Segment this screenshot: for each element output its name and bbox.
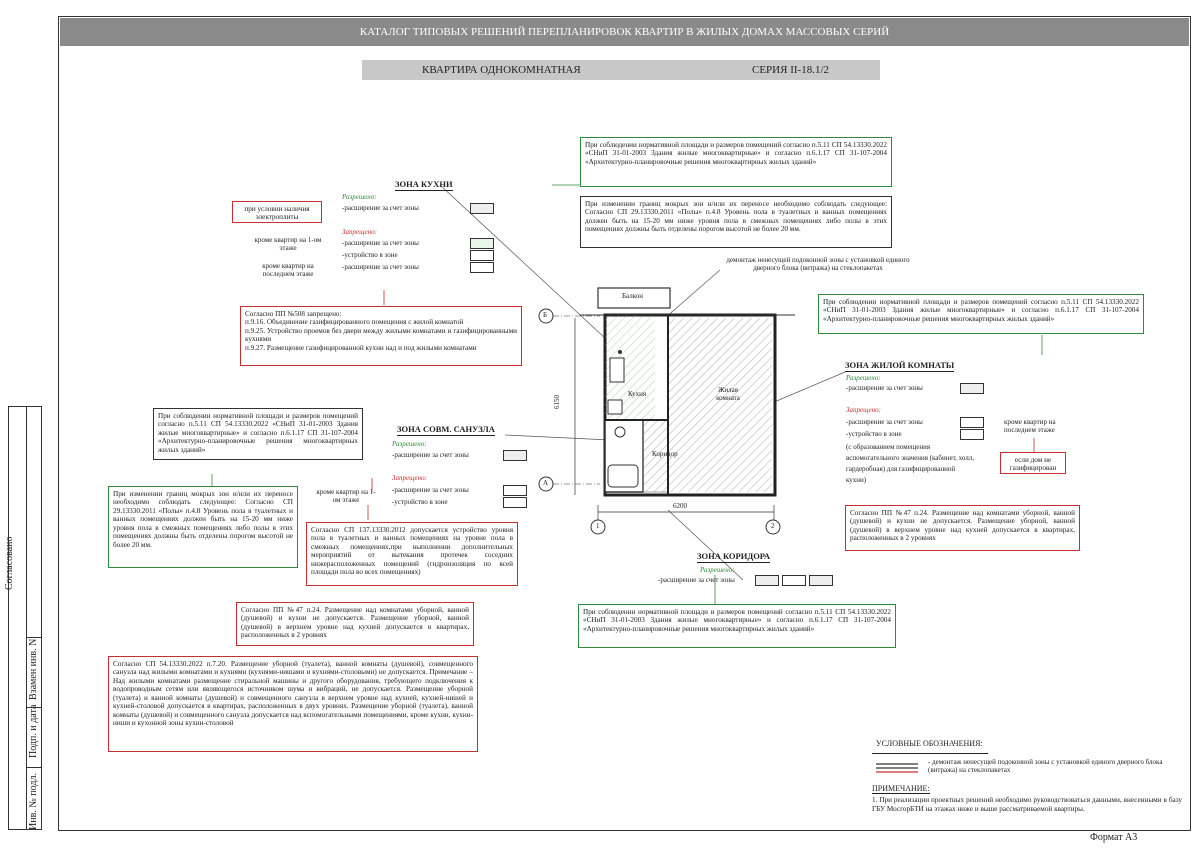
axis-1: 1 (596, 522, 600, 530)
bath-cond-first: кроме квартир на 1-ом этаже (316, 488, 376, 504)
bath-forbidden-item-2: -устройство в зоне (392, 498, 448, 506)
corridor-swatch-1 (755, 575, 779, 586)
legend-note-title: ПРИМЕЧАНИЕ: (872, 784, 930, 795)
kitchen-allowed-item: -расширение за счет зоны (342, 204, 419, 212)
living-allowed-label: Разрешено: (846, 374, 881, 382)
note-corridor-sp: При соблюдении нормативной площади и раз… (578, 604, 896, 648)
legend-note-box: ПРИМЕЧАНИЕ: 1. При реализации проектных … (872, 784, 1182, 824)
kitchen-forbidden-swatch-1 (470, 238, 494, 249)
living-cond-last: кроме квартир на последнем этаже (1004, 418, 1056, 434)
legend-symbol-icon (876, 763, 918, 773)
kitchen-cond-last: кроме квартир на последнем этаже (262, 262, 314, 278)
kitchen-forbidden-item-3: -расширение за счет зоны (342, 263, 419, 271)
plan-dim-width: 6200 (673, 502, 687, 510)
living-forbidden-item-1: -расширение за счет зоны (846, 418, 923, 426)
kitchen-forbidden-item-1: -расширение за счет зоны (342, 239, 419, 247)
living-allowed-swatch (960, 383, 984, 394)
plan-dim-height: 6150 (553, 395, 561, 409)
bath-zone-title: ЗОНА СОВМ. САНУЗЛА (397, 424, 495, 436)
corridor-allowed-label: Разрешено: (700, 566, 735, 574)
note-pp47-mid: Согласно ПП №47 п.24. Размещение над ком… (236, 602, 474, 646)
plan-balcony-label: Балкон (622, 292, 643, 300)
axis-b: Б (543, 311, 548, 319)
plan-kitchen-label: Кухня (628, 390, 647, 398)
living-zone-title: ЗОНА ЖИЛОЙ КОМНАТЫ (845, 360, 955, 372)
note-sp137: Согласно СП 137.13330.2012 допускается у… (306, 522, 518, 586)
legend-note-text: 1. При реализации проектных решений необ… (872, 796, 1182, 813)
corridor-allowed-item: -расширение за счет зоны (658, 576, 735, 584)
note-top-floor-change: При изменении границ мокрых зон и/или их… (580, 196, 892, 248)
living-forbidden-swatch-2 (960, 429, 984, 440)
kitchen-cond-electro: при условии наличия электроплиты (232, 201, 322, 223)
living-forbidden-extra: (с образованием помещения вспомогательно… (846, 443, 974, 484)
demolish-callout: демонтаж ненесущей подоконной зоны с уст… (726, 256, 910, 272)
kitchen-allowed-swatch (470, 203, 494, 214)
living-forbidden-swatch-1 (960, 417, 984, 428)
living-cond-gas: если дом не газифицирован (1000, 452, 1066, 474)
kitchen-cond-first: кроме квартир на 1-ом этаже (254, 236, 322, 252)
kitchen-zone-title: ЗОНА КУХНИ (395, 179, 453, 191)
plan-living-label: Жилая комната (716, 386, 740, 402)
corridor-swatch-2 (782, 575, 806, 586)
kitchen-allowed-label: Разрешено: (342, 193, 377, 201)
plan-corridor-label: Коридор (652, 450, 678, 458)
axis-a: А (543, 479, 549, 487)
living-forbidden-item-2: -устройство в зоне (846, 430, 902, 438)
kitchen-forbidden-swatch-2 (470, 250, 494, 261)
bath-forbidden-item-1: -расширение за счет зоны (392, 486, 469, 494)
bath-forbidden-label: Запрещено: (392, 474, 427, 482)
bath-forbidden-swatch-1 (503, 485, 527, 496)
note-left-floor-change: При изменении границ мокрых зон и/или их… (108, 486, 298, 568)
note-sp54-720: Согласно СП 54.13330.2022 п.7.20. Размещ… (108, 656, 478, 752)
kitchen-forbidden-swatch-3 (470, 262, 494, 273)
note-bath-sp: При соблюдении нормативной площади и раз… (153, 408, 363, 460)
note-right-sp: При соблюдении нормативной площади и раз… (818, 294, 1144, 334)
legend-title: УСЛОВНЫЕ ОБОЗНАЧЕНИЯ: (872, 736, 988, 754)
bath-allowed-label: Разрешено: (392, 440, 427, 448)
kitchen-forbidden-item-2: -устройство в зоне (342, 251, 398, 259)
living-allowed-item: -расширение за счет зоны (846, 384, 923, 392)
legend-item: - демонтаж ненесущей подоконной зоны с у… (928, 758, 1163, 774)
note-pp47-right: Согласно ПП №47 п.24. Размещение над ком… (845, 505, 1080, 551)
corridor-swatch-3 (809, 575, 833, 586)
axis-2: 2 (771, 522, 775, 530)
corridor-zone-title: ЗОНА КОРИДОРА (697, 551, 771, 563)
note-top-sp: При соблюдении нормативной площади и раз… (580, 137, 892, 187)
living-forbidden-label: Запрещено: (846, 406, 881, 414)
bath-forbidden-swatch-2 (503, 497, 527, 508)
kitchen-forbidden-label: Запрещено: (342, 228, 377, 236)
bath-allowed-swatch (503, 450, 527, 461)
bath-allowed-item: -расширение за счет зоны (392, 451, 469, 459)
note-kitchen-pp508: Согласно ПП №508 запрещено: п.9.16. Объе… (240, 306, 522, 366)
